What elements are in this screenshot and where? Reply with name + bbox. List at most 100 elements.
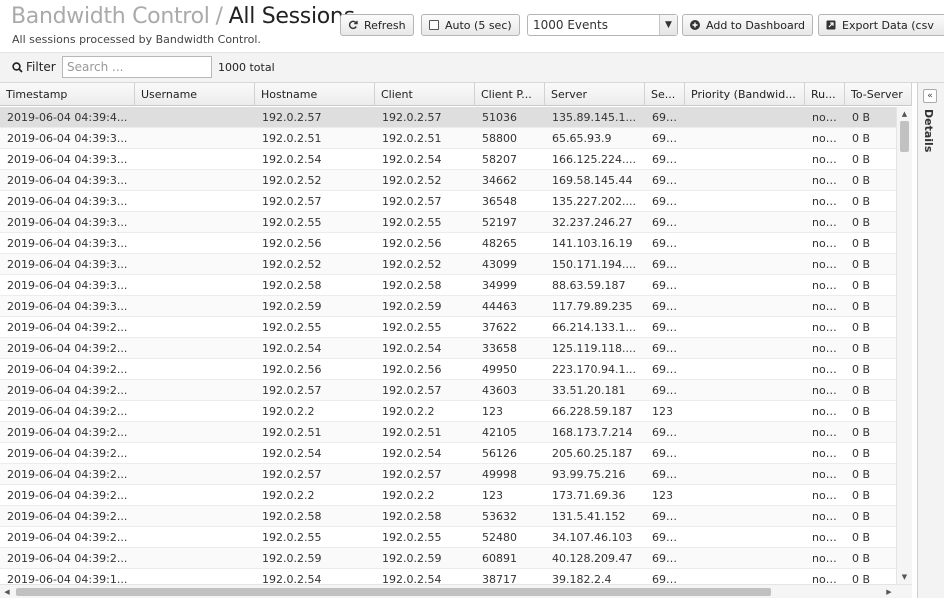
cell-server: 135.227.202.... — [552, 195, 636, 208]
table-row[interactable]: 2019-06-04 04:39:3... 192.0.2.57 192.0.2.5… — [0, 191, 896, 212]
cell-timestamp: 2019-06-04 04:39:3... — [7, 279, 128, 292]
table-row[interactable]: 2019-06-04 04:39:3... 192.0.2.55 192.0.2.5… — [0, 212, 896, 233]
cell-rule: none — [812, 195, 840, 208]
table-row[interactable]: 2019-06-04 04:39:2... 192.0.2.55 192.0.2.5… — [0, 527, 896, 548]
cell-server-port: 6969 — [652, 573, 680, 584]
filter-search-input[interactable] — [62, 56, 212, 78]
cell-hostname: 192.0.2.56 — [262, 363, 322, 376]
column-header-client[interactable]: Client — [375, 83, 475, 106]
cell-username — [135, 170, 255, 190]
cell-username — [135, 191, 255, 211]
cell-client-port: 36548 — [482, 195, 517, 208]
table-row[interactable]: 2019-06-04 04:39:2... 192.0.2.51 192.0.2.5… — [0, 422, 896, 443]
column-header-username[interactable]: Username — [135, 83, 255, 106]
events-count-select[interactable]: 1000 Events ▼ — [527, 14, 678, 36]
table-row[interactable]: 2019-06-04 04:39:3... 192.0.2.59 192.0.2.5… — [0, 296, 896, 317]
chevron-down-icon[interactable]: ▼ — [659, 15, 677, 35]
column-header-client-port[interactable]: Client P... — [475, 83, 545, 106]
cell-to-server: 0 B — [852, 363, 871, 376]
cell-timestamp: 2019-06-04 04:39:3... — [7, 300, 128, 313]
cell-client-port: 43099 — [482, 258, 517, 271]
column-header-hostname[interactable]: Hostname — [255, 83, 375, 106]
table-row[interactable]: 2019-06-04 04:39:2... 192.0.2.55 192.0.2.5… — [0, 317, 896, 338]
column-header-server-port[interactable]: Se... — [645, 83, 685, 106]
table-row[interactable]: 2019-06-04 04:39:3... 192.0.2.51 192.0.2.5… — [0, 128, 896, 149]
cell-server-port: 6969 — [652, 552, 680, 565]
cell-client: 192.0.2.54 — [382, 573, 442, 584]
cell-priority — [685, 506, 805, 526]
cell-to-server: 0 B — [852, 237, 871, 250]
cell-username — [135, 233, 255, 253]
horizontal-scroll-thumb[interactable] — [16, 588, 771, 596]
column-header-rule[interactable]: Ru... — [805, 83, 845, 106]
column-header-priority[interactable]: Priority (Bandwid... — [685, 83, 805, 106]
cell-rule: none — [812, 300, 840, 313]
vertical-scrollbar[interactable]: ▲ ▼ — [896, 107, 912, 584]
cell-server-port: 6969 — [652, 384, 680, 397]
column-header-timestamp[interactable]: Timestamp — [0, 83, 135, 106]
cell-priority — [685, 443, 805, 463]
table-row[interactable]: 2019-06-04 04:39:3... 192.0.2.54 192.0.2.5… — [0, 149, 896, 170]
sessions-grid: Timestamp Username Hostname Client Client P.… — [0, 83, 912, 584]
events-count-value: 1000 Events — [533, 18, 608, 32]
cell-timestamp: 2019-06-04 04:39:3... — [7, 216, 128, 229]
breadcrumb-parent[interactable]: Bandwidth Control — [11, 4, 210, 29]
table-row[interactable]: 2019-06-04 04:39:2... 192.0.2.58 192.0.2.5… — [0, 506, 896, 527]
cell-hostname: 192.0.2.2 — [262, 405, 315, 418]
cell-username — [135, 569, 255, 584]
cell-client: 192.0.2.54 — [382, 153, 442, 166]
cell-client-port: 44463 — [482, 300, 517, 313]
details-panel-label[interactable]: Details — [922, 109, 935, 152]
cell-timestamp: 2019-06-04 04:39:2... — [7, 384, 128, 397]
cell-client-port: 34999 — [482, 279, 517, 292]
column-header-to-server[interactable]: To-Server — [845, 83, 912, 106]
cell-priority — [685, 527, 805, 547]
export-data-button[interactable]: Export Data (csv — [818, 14, 944, 36]
table-row[interactable]: 2019-06-04 04:39:2... 192.0.2.54 192.0.2.5… — [0, 443, 896, 464]
cell-client: 192.0.2.54 — [382, 447, 442, 460]
cell-client: 192.0.2.56 — [382, 363, 442, 376]
cell-client: 192.0.2.2 — [382, 489, 435, 502]
cell-rule: none — [812, 258, 840, 271]
vertical-scroll-thumb[interactable] — [900, 121, 909, 152]
external-link-icon — [826, 20, 836, 30]
search-icon — [12, 61, 23, 73]
cell-client: 192.0.2.52 — [382, 174, 442, 187]
auto-refresh-toggle[interactable]: Auto (5 sec) — [421, 14, 520, 36]
column-header-server[interactable]: Server — [545, 83, 645, 106]
table-row[interactable]: 2019-06-04 04:39:2... 192.0.2.54 192.0.2.5… — [0, 338, 896, 359]
add-to-dashboard-button[interactable]: Add to Dashboard — [682, 14, 813, 36]
table-row[interactable]: 2019-06-04 04:39:3... 192.0.2.52 192.0.2.5… — [0, 170, 896, 191]
table-row[interactable]: 2019-06-04 04:39:2... 192.0.2.57 192.0.2.5… — [0, 380, 896, 401]
cell-server-port: 6969 — [652, 132, 680, 145]
table-row[interactable]: 2019-06-04 04:39:2... 192.0.2.2 192.0.2.2 1… — [0, 485, 896, 506]
table-row[interactable]: 2019-06-04 04:39:3... 192.0.2.52 192.0.2.5… — [0, 254, 896, 275]
cell-hostname: 192.0.2.58 — [262, 279, 322, 292]
export-data-label: Export Data (csv — [842, 18, 934, 32]
scroll-down-icon[interactable]: ▼ — [897, 570, 912, 584]
table-row[interactable]: 2019-06-04 04:39:4... 192.0.2.57 192.0.2.5… — [0, 107, 896, 128]
cell-server-port: 123 — [652, 489, 673, 502]
auto-refresh-checkbox[interactable] — [429, 20, 439, 30]
refresh-button[interactable]: Refresh — [340, 14, 414, 36]
cell-priority — [685, 485, 805, 505]
scroll-right-icon[interactable]: ▶ — [882, 585, 896, 598]
table-row[interactable]: 2019-06-04 04:39:1... 192.0.2.54 192.0.2.5… — [0, 569, 896, 584]
table-row[interactable]: 2019-06-04 04:39:2... 192.0.2.2 192.0.2.2 1… — [0, 401, 896, 422]
cell-server: 135.89.145.1... — [552, 111, 636, 124]
page-title: Bandwidth Control / All Sessions — [11, 4, 355, 29]
cell-rule: none — [812, 384, 840, 397]
expand-panel-icon[interactable]: « — [923, 89, 937, 103]
horizontal-scrollbar[interactable]: ◀ ▶ — [0, 584, 912, 598]
table-row[interactable]: 2019-06-04 04:39:2... 192.0.2.57 192.0.2.5… — [0, 464, 896, 485]
scroll-left-icon[interactable]: ◀ — [0, 585, 14, 598]
table-row[interactable]: 2019-06-04 04:39:2... 192.0.2.56 192.0.2.5… — [0, 359, 896, 380]
cell-timestamp: 2019-06-04 04:39:2... — [7, 342, 128, 355]
cell-server-port: 6969 — [652, 174, 680, 187]
table-row[interactable]: 2019-06-04 04:39:2... 192.0.2.59 192.0.2.5… — [0, 548, 896, 569]
table-row[interactable]: 2019-06-04 04:39:3... 192.0.2.58 192.0.2.5… — [0, 275, 896, 296]
scroll-up-icon[interactable]: ▲ — [897, 107, 912, 121]
cell-username — [135, 254, 255, 274]
details-panel[interactable]: « Details — [917, 83, 944, 598]
table-row[interactable]: 2019-06-04 04:39:3... 192.0.2.56 192.0.2.5… — [0, 233, 896, 254]
